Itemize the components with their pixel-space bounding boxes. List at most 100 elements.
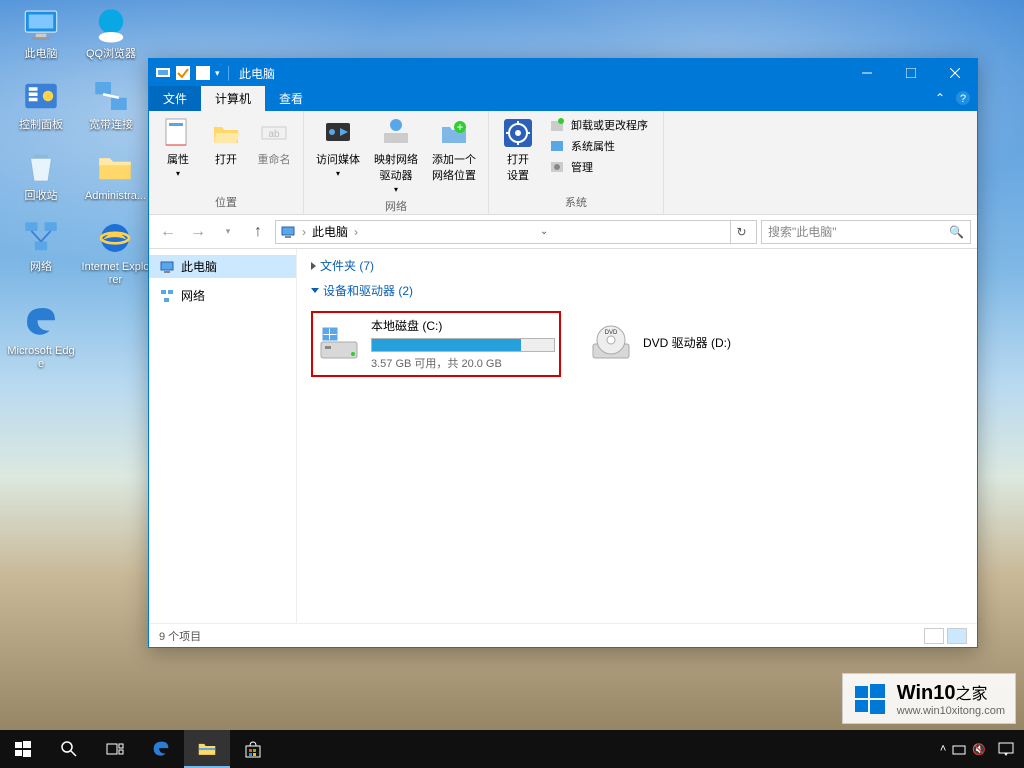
- drive-name: DVD 驱动器 (D:): [643, 334, 831, 351]
- nav-back-button[interactable]: ←: [155, 219, 181, 245]
- breadcrumb[interactable]: 此电脑: [312, 223, 348, 240]
- desktop-icon-network[interactable]: 网络: [6, 217, 76, 274]
- qat-check-icon[interactable]: [175, 65, 191, 81]
- minimize-button[interactable]: [845, 59, 889, 87]
- ribbon: 属性▾ 打开 ab重命名 位置 访问媒体▾ 映射网络 驱动器▾ +添加一个 网络…: [149, 111, 977, 215]
- navbar: ← → ▾ ↑ › 此电脑 › ⌄ ↻ 搜索"此电脑" 🔍: [149, 215, 977, 249]
- search-placeholder: 搜索"此电脑": [768, 223, 837, 240]
- svg-text:+: +: [456, 120, 463, 134]
- search-icon: 🔍: [949, 225, 964, 239]
- desktop-icon-broadband[interactable]: 宽带连接: [76, 75, 146, 132]
- drive-d[interactable]: DVD DVD 驱动器 (D:): [585, 311, 835, 377]
- ribbon-settings-button[interactable]: 打开 设置: [497, 115, 539, 185]
- tray-chevron-icon[interactable]: ˄: [940, 743, 946, 755]
- windows-logo-icon: [853, 682, 887, 716]
- nav-forward-button[interactable]: →: [185, 219, 211, 245]
- taskbar[interactable]: ˄ 🔇: [0, 730, 1024, 768]
- desktop-icon-qq-browser[interactable]: QQ浏览器: [76, 4, 146, 61]
- content-pane[interactable]: 文件夹 (7) 设备和驱动器 (2) 本地磁盘 (C:) 3.57 GB 可用，…: [297, 249, 977, 623]
- ribbon-media-button[interactable]: 访问媒体▾: [312, 115, 364, 180]
- start-button[interactable]: [0, 730, 46, 768]
- nav-up-button[interactable]: ↑: [245, 219, 271, 245]
- window-title: 此电脑: [233, 65, 275, 82]
- chevron-right-icon: [311, 262, 316, 270]
- explorer-window: ▾ │ 此电脑 文件 计算机 查看 ⌃ ? 属性▾ 打开: [148, 58, 978, 648]
- ribbon-manage-button[interactable]: 管理: [545, 157, 655, 177]
- tray-action-center-icon[interactable]: [998, 742, 1014, 756]
- status-bar: 9 个项目: [149, 623, 977, 647]
- tab-computer[interactable]: 计算机: [201, 86, 265, 111]
- desktop-icon-admin-folder[interactable]: Administra...: [80, 146, 150, 203]
- svg-text:ab: ab: [268, 129, 280, 140]
- tray-network-icon[interactable]: [952, 742, 966, 756]
- ribbon-group-label: 系统: [565, 194, 587, 210]
- taskbar-store[interactable]: [230, 730, 276, 768]
- ribbon-group-location: 属性▾ 打开 ab重命名 位置: [149, 111, 304, 214]
- desktop-icon-control-panel[interactable]: 控制面板: [6, 75, 76, 132]
- pc-icon: [159, 259, 175, 275]
- qat-dropdown-icon[interactable]: ▾: [215, 68, 220, 79]
- desktop-icon-label: 此电脑: [6, 48, 76, 61]
- desktop-icon-ie[interactable]: Internet Explorer: [80, 217, 150, 287]
- desktop-icon-recycle[interactable]: 回收站: [6, 146, 76, 203]
- desktop-icon-label: QQ浏览器: [76, 48, 146, 61]
- ribbon-group-label: 位置: [215, 194, 237, 210]
- desktop-icon-label: Administra...: [80, 190, 150, 203]
- view-icons-button[interactable]: [947, 628, 967, 644]
- explorer-body: 此电脑 网络 文件夹 (7) 设备和驱动器 (2) 本地磁盘 (C:): [149, 249, 977, 623]
- tab-file[interactable]: 文件: [149, 86, 201, 111]
- item-count: 9 个项目: [159, 628, 201, 644]
- quick-access-toolbar: ▾: [149, 65, 226, 81]
- tab-view[interactable]: 查看: [265, 86, 317, 111]
- tray-volume-icon[interactable]: 🔇: [972, 743, 986, 756]
- ribbon-group-network: 访问媒体▾ 映射网络 驱动器▾ +添加一个 网络位置 网络: [304, 111, 489, 214]
- desktop-icon-label: Microsoft Edge: [6, 345, 76, 371]
- titlebar[interactable]: ▾ │ 此电脑: [149, 59, 977, 87]
- ribbon-properties-button[interactable]: 属性▾: [157, 115, 199, 180]
- chevron-down-icon: [311, 288, 319, 293]
- group-folders[interactable]: 文件夹 (7): [297, 253, 977, 278]
- refresh-button[interactable]: ↻: [730, 221, 752, 243]
- search-button[interactable]: [46, 730, 92, 768]
- nav-tree: 此电脑 网络: [149, 249, 297, 623]
- address-dropdown-icon[interactable]: ⌄: [536, 226, 552, 237]
- drive-c[interactable]: 本地磁盘 (C:) 3.57 GB 可用，共 20.0 GB: [311, 311, 561, 377]
- taskbar-explorer[interactable]: [184, 730, 230, 768]
- network-icon: [159, 288, 175, 304]
- ribbon-tabs: 文件 计算机 查看 ⌃ ?: [149, 87, 977, 111]
- ribbon-add-location-button[interactable]: +添加一个 网络位置: [428, 115, 480, 185]
- app-icon: [155, 65, 171, 81]
- desktop-icon-label: 回收站: [6, 190, 76, 203]
- drive-name: 本地磁盘 (C:): [371, 317, 555, 334]
- maximize-button[interactable]: [889, 59, 933, 87]
- desktop-icon-edge[interactable]: Microsoft Edge: [6, 301, 76, 371]
- desktop-icon-label: 宽带连接: [76, 119, 146, 132]
- collapse-ribbon-icon[interactable]: ⌃: [935, 91, 945, 105]
- ribbon-open-button[interactable]: 打开: [205, 115, 247, 169]
- tree-network[interactable]: 网络: [149, 284, 296, 307]
- qat-blank-icon[interactable]: [195, 65, 211, 81]
- ribbon-sysprops-button[interactable]: 系统属性: [545, 136, 655, 156]
- taskview-button[interactable]: [92, 730, 138, 768]
- system-tray[interactable]: ˄ 🔇: [940, 742, 1024, 756]
- address-bar[interactable]: › 此电脑 › ⌄ ↻: [275, 220, 757, 244]
- ribbon-rename-button[interactable]: ab重命名: [253, 115, 295, 169]
- desktop-icon-label: 网络: [6, 261, 76, 274]
- svg-text:DVD: DVD: [605, 330, 618, 336]
- drive-free-text: 3.57 GB 可用，共 20.0 GB: [371, 355, 555, 371]
- tree-this-pc[interactable]: 此电脑: [149, 255, 296, 278]
- pc-icon: [280, 224, 296, 240]
- divider: │: [226, 66, 234, 80]
- group-devices[interactable]: 设备和驱动器 (2): [297, 278, 977, 303]
- nav-recent-button[interactable]: ▾: [215, 219, 241, 245]
- desktop: 此电脑 QQ浏览器 控制面板 宽带连接 回收站 Administra...: [0, 0, 1024, 768]
- desktop-icon-this-pc[interactable]: 此电脑: [6, 4, 76, 61]
- close-button[interactable]: [933, 59, 977, 87]
- ribbon-map-drive-button[interactable]: 映射网络 驱动器▾: [370, 115, 422, 196]
- help-icon[interactable]: ?: [955, 90, 971, 106]
- search-input[interactable]: 搜索"此电脑" 🔍: [761, 220, 971, 244]
- ribbon-uninstall-button[interactable]: 卸载或更改程序: [545, 115, 655, 135]
- view-details-button[interactable]: [924, 628, 944, 644]
- taskbar-edge[interactable]: [138, 730, 184, 768]
- ribbon-group-label: 网络: [385, 198, 407, 214]
